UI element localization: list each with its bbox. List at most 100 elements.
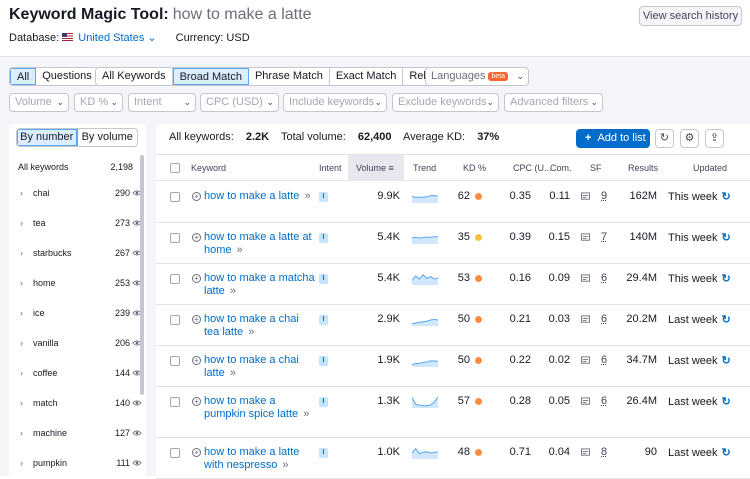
filter-cpc[interactable]: CPC (USD) ⌄ (200, 93, 279, 112)
double-chevron-icon[interactable]: » (279, 459, 288, 471)
add-keyword-icon[interactable]: + (192, 356, 201, 365)
sidebar-item-coffee[interactable]: › coffee 144 (18, 368, 142, 382)
col-kd[interactable]: KD % (463, 155, 486, 181)
sidebar-item-ice[interactable]: › ice 239 (18, 308, 142, 322)
keyword-link[interactable]: how to make a chai tea latte » (204, 313, 299, 339)
filter-advanced[interactable]: Advanced filters ⌄ (504, 93, 603, 112)
tab-phrase-match[interactable]: Phrase Match (249, 68, 330, 85)
col-intent[interactable]: Intent (319, 155, 342, 181)
keyword-link[interactable]: how to make a chai latte » (204, 354, 299, 380)
row-checkbox[interactable] (170, 397, 180, 407)
double-chevron-icon[interactable]: » (301, 190, 310, 202)
keyword-link[interactable]: how to make a latte at home » (204, 231, 312, 257)
volume-value: 1.0K (364, 446, 400, 458)
eye-icon[interactable] (132, 398, 142, 408)
serp-features-count[interactable]: 6 (601, 354, 607, 366)
add-keyword-icon[interactable]: + (192, 315, 201, 324)
sidebar-item-vanilla[interactable]: › vanilla 206 (18, 338, 142, 352)
keyword-link[interactable]: how to make a pumpkin spice latte » (204, 395, 309, 421)
database-selector[interactable]: United States ⌄ (62, 32, 156, 44)
col-competition[interactable]: Com. (550, 155, 572, 181)
page-title: Keyword Magic Tool: how to make a latte (9, 6, 311, 24)
table-row: + how to make a pumpkin spice latte » I 1.3K… (156, 387, 750, 438)
sidebar-item-home[interactable]: › home 253 (18, 278, 142, 292)
settings-button[interactable]: ⚙ (680, 129, 699, 148)
view-search-history-button[interactable]: View search history (639, 6, 742, 26)
filter-kd[interactable]: KD % ⌄ (74, 93, 123, 112)
eye-icon[interactable] (132, 428, 142, 438)
refresh-icon[interactable]: ↻ (722, 191, 731, 203)
sidebar-item-pumpkin[interactable]: › pumpkin 111 (18, 458, 142, 472)
all-keywords-group[interactable]: All keywords 2,198 (18, 162, 133, 172)
add-to-list-label: Add to list (597, 132, 645, 144)
col-volume[interactable]: Volume ≡ (348, 155, 404, 181)
tab-all[interactable]: All (10, 68, 36, 85)
filter-include-keywords[interactable]: Include keywords ⌄ (283, 93, 387, 112)
row-checkbox[interactable] (170, 274, 180, 284)
select-all-checkbox[interactable] (170, 163, 180, 173)
filter-volume[interactable]: Volume ⌄ (9, 93, 69, 112)
col-serp-features[interactable]: SF (590, 155, 602, 181)
keyword-link[interactable]: how to make a latte with nespresso » (204, 446, 299, 472)
sidebar-item-starbucks[interactable]: › starbucks 267 (18, 248, 142, 262)
add-keyword-icon[interactable]: + (192, 233, 201, 242)
add-to-list-button[interactable]: + Add to list (576, 129, 650, 148)
double-chevron-icon[interactable]: » (227, 367, 236, 379)
keyword-link[interactable]: how to make a latte » (204, 190, 311, 203)
languages-dropdown[interactable]: Languages beta ⌄ (425, 67, 529, 86)
sidebar-item-match[interactable]: › match 140 (18, 398, 142, 412)
refresh-icon[interactable]: ↻ (722, 396, 731, 408)
sidebar-item-tea[interactable]: › tea 273 (18, 218, 142, 232)
row-checkbox[interactable] (170, 448, 180, 458)
row-checkbox[interactable] (170, 192, 180, 202)
serp-features-count[interactable]: 7 (601, 231, 607, 243)
refresh-icon[interactable]: ↻ (722, 273, 731, 285)
export-button[interactable]: ⇪ (705, 129, 724, 148)
refresh-icon[interactable]: ↻ (722, 314, 731, 326)
refresh-icon[interactable]: ↻ (722, 447, 731, 459)
by-volume-toggle[interactable]: By volume (78, 129, 138, 146)
col-cpc[interactable]: CPC (U... (513, 155, 552, 181)
by-number-toggle[interactable]: By number (17, 129, 78, 146)
updated-value: Last week (668, 355, 718, 367)
tab-questions[interactable]: Questions (36, 68, 98, 85)
serp-features-count[interactable]: 9 (601, 190, 607, 202)
competition-value: 0.15 (541, 231, 570, 243)
serp-features-count[interactable]: 6 (601, 272, 607, 284)
add-keyword-icon[interactable]: + (192, 192, 201, 201)
col-trend[interactable]: Trend (413, 155, 436, 181)
results-value: 162M (616, 190, 657, 202)
row-checkbox[interactable] (170, 315, 180, 325)
add-keyword-icon[interactable]: + (192, 274, 201, 283)
updated-value: Last week (668, 396, 718, 408)
add-keyword-icon[interactable]: + (192, 448, 201, 457)
col-keyword[interactable]: Keyword (191, 155, 226, 181)
sidebar-scrollbar[interactable] (140, 155, 144, 395)
filter-intent[interactable]: Intent ⌄ (128, 93, 196, 112)
tab-all-keywords[interactable]: All Keywords (96, 68, 173, 85)
filter-exclude-keywords[interactable]: Exclude keywords ⌄ (392, 93, 499, 112)
refresh-button[interactable]: ↻ (655, 129, 674, 148)
sidebar-item-machine[interactable]: › machine 127 (18, 428, 142, 442)
keyword-link[interactable]: how to make a matcha latte » (204, 272, 315, 298)
col-results[interactable]: Results (628, 155, 658, 181)
row-checkbox[interactable] (170, 233, 180, 243)
tab-broad-match[interactable]: Broad Match (173, 68, 249, 85)
double-chevron-icon[interactable]: » (227, 285, 236, 297)
double-chevron-icon[interactable]: » (300, 408, 309, 420)
double-chevron-icon[interactable]: » (245, 326, 254, 338)
keyword-line-1: how to make a latte (204, 190, 299, 202)
languages-label: Languages (431, 70, 485, 82)
add-keyword-icon[interactable]: + (192, 397, 201, 406)
refresh-icon[interactable]: ↻ (722, 355, 731, 367)
row-checkbox[interactable] (170, 356, 180, 366)
serp-features-count[interactable]: 6 (601, 395, 607, 407)
refresh-icon[interactable]: ↻ (722, 232, 731, 244)
serp-features-count[interactable]: 8 (601, 446, 607, 458)
sidebar-item-chai[interactable]: › chai 290 (18, 188, 142, 202)
serp-features-count[interactable]: 6 (601, 313, 607, 325)
tab-exact-match[interactable]: Exact Match (330, 68, 404, 85)
col-updated[interactable]: Updated (693, 155, 727, 181)
double-chevron-icon[interactable]: » (234, 244, 243, 256)
eye-icon[interactable] (132, 458, 142, 468)
